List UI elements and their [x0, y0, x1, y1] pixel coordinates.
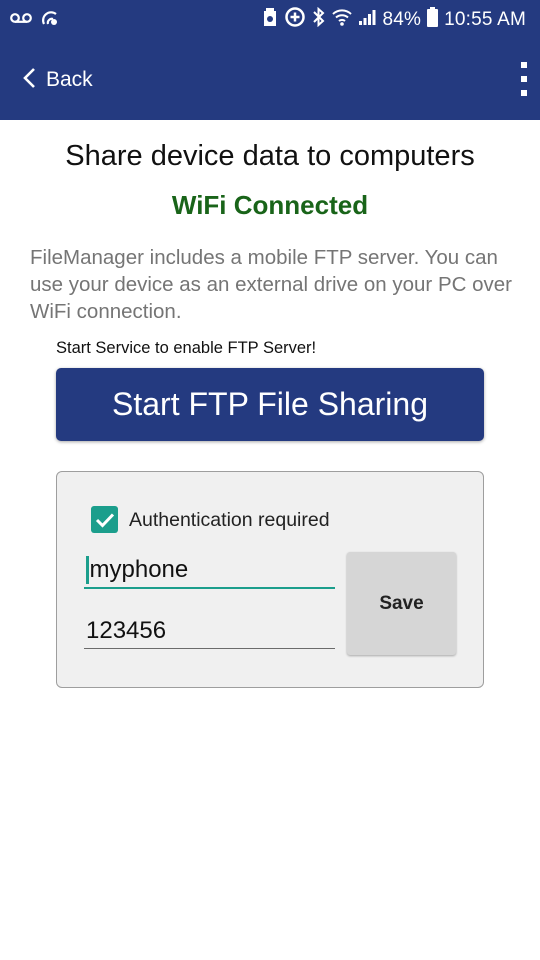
auth-required-label: Authentication required: [129, 509, 330, 531]
back-button[interactable]: Back: [22, 62, 93, 98]
start-ftp-button[interactable]: Start FTP File Sharing: [56, 368, 484, 441]
voicemail-icon: [10, 11, 32, 29]
status-bar-right: 84% 10:55 AM: [262, 6, 526, 33]
app-bar: Back: [0, 38, 540, 120]
battery-icon: [427, 7, 439, 32]
wifi-status: WiFi Connected: [171, 190, 369, 220]
password-field[interactable]: 123456: [84, 613, 335, 649]
status-bar: 84% 10:55 AM: [0, 0, 540, 38]
auth-required-checkbox[interactable]: [91, 506, 118, 533]
password-value: 123456: [86, 616, 167, 644]
more-vert-icon[interactable]: [518, 62, 530, 96]
data-saver-icon: [284, 6, 306, 33]
page-title: Share device data to computers: [65, 140, 475, 172]
username-value: myphone: [89, 556, 189, 583]
check-icon: [95, 512, 114, 528]
username-field[interactable]: myphone: [84, 553, 335, 589]
description-text: FileManager includes a mobile FTP server…: [30, 246, 513, 323]
wifi-icon: [332, 8, 353, 31]
battery-percent: 84%: [382, 8, 422, 30]
text-cursor: [86, 556, 89, 584]
service-hint: Start Service to enable FTP Server!: [56, 339, 317, 357]
chevron-left-icon: [22, 67, 36, 94]
auth-panel: Authentication required myphone 123456 S…: [56, 471, 484, 688]
clock: 10:55 AM: [444, 8, 526, 30]
bluetooth-icon: [312, 6, 326, 32]
status-bar-left: [10, 8, 60, 31]
back-label: Back: [46, 68, 93, 91]
clean-storage-icon: [262, 7, 278, 32]
save-button[interactable]: Save: [347, 552, 456, 655]
cell-signal-icon: [358, 8, 376, 31]
hotspot-icon: [40, 8, 60, 31]
